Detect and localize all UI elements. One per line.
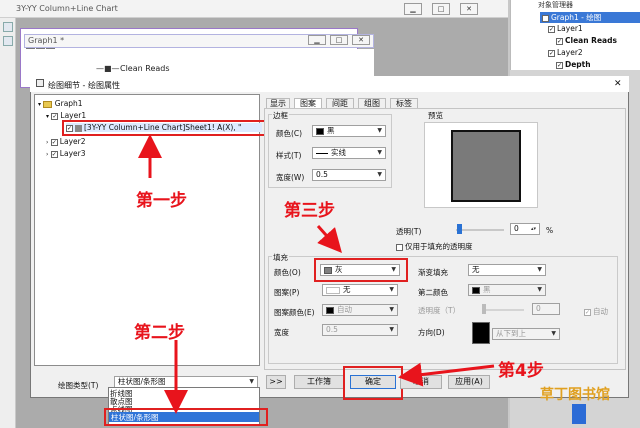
annotation-arrows [138,134,495,414]
watermark-text: 草丁图书馆 [540,387,610,403]
arrow-step3 [316,225,342,253]
arrow-step4 [398,362,495,387]
watermark-logo [572,404,586,424]
